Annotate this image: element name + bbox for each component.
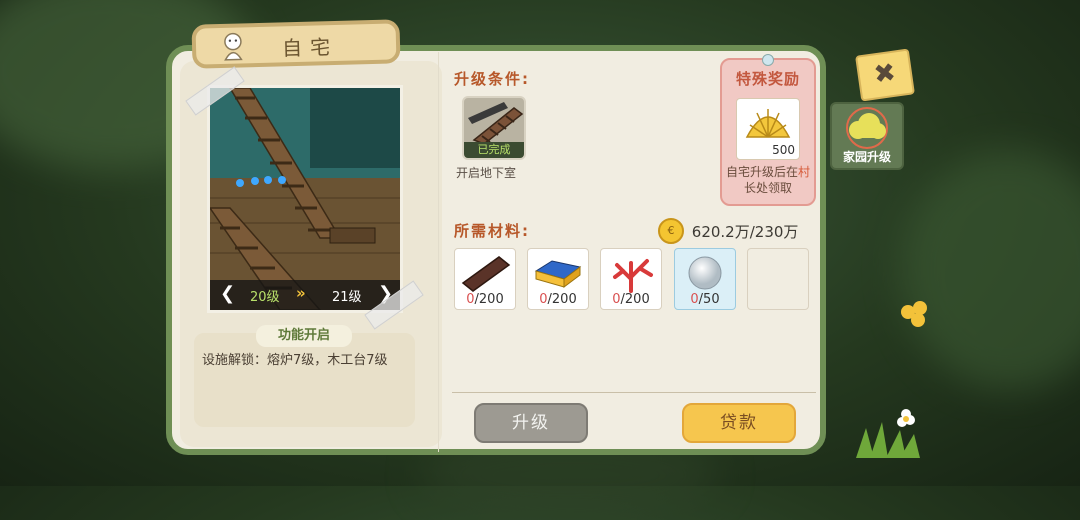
- material-count: 0/50: [675, 292, 735, 307]
- basement-scene-icon: [210, 88, 400, 310]
- condition-name: 开启地下室: [456, 166, 517, 180]
- material-slot-1[interactable]: 0/200: [454, 248, 516, 310]
- material-slot-3[interactable]: 0/200: [600, 248, 662, 310]
- materials-label: 所需材料:: [454, 222, 530, 240]
- close-button[interactable]: ✖: [855, 48, 915, 102]
- footer-divider: [452, 392, 816, 393]
- flower-decoration-icon: [901, 301, 927, 327]
- level-bar: ❮ 20级 » 21级 ❯: [210, 280, 400, 310]
- side-tab-label: 家园升级: [842, 150, 891, 164]
- upgrade-conditions-label: 升级条件:: [454, 70, 530, 88]
- function-unlock-box: 功能开启 设施解锁：熔炉7级，木工台7级: [194, 325, 415, 427]
- page-title: 自宅: [281, 34, 339, 61]
- loan-button[interactable]: 贷款: [682, 403, 796, 443]
- pin-icon: [762, 54, 774, 66]
- reward-desc-part2: 长处领取: [743, 181, 792, 195]
- next-level: 21级: [332, 290, 362, 305]
- function-unlock-heading: 功能开启: [256, 325, 352, 347]
- material-count: 0/200: [601, 292, 661, 307]
- upgrade-button[interactable]: 升级: [474, 403, 588, 443]
- column-divider: [438, 52, 439, 452]
- title-tab: 自宅: [191, 19, 401, 69]
- red-coral-icon: [613, 259, 653, 293]
- reward-item[interactable]: 500: [736, 98, 800, 160]
- condition-status: 已完成: [464, 142, 524, 158]
- yellow-cloud-icon: [846, 107, 888, 149]
- material-count: 0/200: [455, 292, 515, 307]
- material-slot-2[interactable]: 0/200: [527, 248, 589, 310]
- current-level: 20级: [250, 290, 280, 305]
- golden-shell-icon: [745, 109, 791, 138]
- material-need: /200: [474, 292, 504, 307]
- condition-item[interactable]: 已完成: [462, 96, 526, 160]
- house-preview-image: ❮ 20级 » 21级 ❯: [207, 85, 403, 313]
- material-have: 0: [539, 292, 548, 307]
- tab-home-upgrade[interactable]: 家园升级: [830, 102, 904, 170]
- pearl-icon: [688, 256, 722, 290]
- material-have: 0: [466, 292, 475, 307]
- reward-count: 500: [772, 143, 795, 157]
- level-progress-arrows-icon: »: [296, 284, 306, 302]
- close-icon: ✖: [871, 57, 898, 91]
- coin-amount: 620.2万/230万: [691, 222, 799, 241]
- special-reward-title: 特殊奖励: [735, 70, 800, 88]
- function-unlock-text: 设施解锁：熔炉7级，木工台7级: [202, 353, 388, 368]
- special-reward-box: 特殊奖励 500 自宅升级后在村 长处领取: [720, 58, 816, 206]
- material-have: 0: [690, 292, 699, 307]
- prev-level-arrow-icon[interactable]: ❮: [220, 283, 235, 304]
- material-need: /200: [620, 292, 650, 307]
- material-have: 0: [612, 292, 621, 307]
- gold-coin-icon: €: [658, 218, 684, 244]
- reward-description: 自宅升级后在村 长处领取: [724, 164, 812, 196]
- material-slot-4[interactable]: 0/50: [674, 248, 736, 310]
- wood-plank-icon: [461, 256, 511, 292]
- material-slot-empty: [747, 248, 809, 310]
- basement-stairs-icon: [468, 102, 524, 145]
- material-need: /50: [698, 292, 720, 307]
- coin-requirement: € 620.2万/230万: [658, 218, 798, 244]
- gold-bar-icon: [534, 260, 582, 288]
- material-need: /200: [547, 292, 577, 307]
- reward-desc-part1: 自宅升级后在: [725, 165, 798, 179]
- background-foliage: [900, 150, 1080, 390]
- grass-decoration-icon: [856, 409, 920, 458]
- reward-desc-highlight: 村: [798, 165, 811, 179]
- villager-avatar-icon: [224, 32, 243, 61]
- material-count: 0/200: [528, 292, 588, 307]
